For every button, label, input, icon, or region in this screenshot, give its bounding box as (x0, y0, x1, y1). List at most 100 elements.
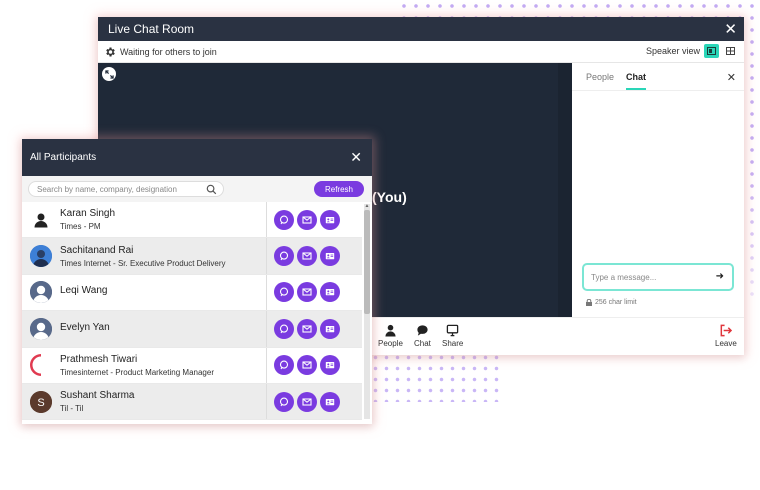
expand-icon[interactable] (102, 67, 116, 81)
view-label: Speaker view (645, 46, 700, 56)
participants-window: All Participants ✕ Search by name, compa… (22, 139, 372, 424)
email-button[interactable] (297, 282, 317, 303)
id-card-icon (325, 253, 335, 260)
chat-button[interactable] (274, 282, 294, 303)
message-placeholder: Type a message... (591, 272, 657, 282)
close-icon[interactable]: ✕ (727, 71, 736, 84)
profile-card-button[interactable] (320, 246, 340, 267)
scroll-up-icon[interactable]: ▲ (364, 204, 370, 209)
participant-name: Sushant Sharma (60, 390, 135, 402)
chat-button[interactable] (274, 246, 294, 267)
close-icon[interactable]: ✕ (350, 149, 362, 166)
list-item: Sachitanand Rai Times Internet - Sr. Exe… (22, 238, 362, 275)
tab-chat[interactable]: Chat (626, 72, 647, 90)
list-item: S Sushant Sharma Til - Til (22, 383, 362, 421)
message-input[interactable]: Type a message... ➜ (582, 263, 734, 291)
search-input[interactable]: Search by name, company, designation (28, 181, 224, 197)
participant-name: Leqi Wang (60, 285, 108, 297)
avatar (30, 281, 52, 304)
profile-card-button[interactable] (320, 209, 340, 230)
participant-actions (266, 347, 340, 383)
profile-card-button[interactable] (320, 355, 340, 376)
participant-designation: Til - Til (60, 404, 84, 414)
list-item: Prathmesh Tiwari Timesinternet - Product… (22, 347, 362, 384)
share-screen-icon (446, 324, 459, 337)
email-button[interactable] (297, 209, 317, 230)
speaker-view-button[interactable] (704, 44, 719, 58)
list-item: Karan Singh Times - PM (22, 202, 362, 239)
chat-button[interactable] (274, 355, 294, 376)
profile-card-button[interactable] (320, 318, 340, 339)
chat-button[interactable] (274, 209, 294, 230)
envelope-icon (302, 288, 312, 297)
participant-name: Karan Singh (60, 208, 116, 220)
participants-list: Karan Singh Times - PM Sachitanand Rai T… (22, 202, 362, 421)
share-button[interactable]: Share (442, 324, 463, 348)
participant-actions (266, 383, 340, 420)
room-statusbar: Waiting for others to join Speaker view (98, 41, 744, 63)
chat-button[interactable] (274, 318, 294, 339)
refresh-button[interactable]: Refresh (314, 181, 364, 197)
char-limit: 256 char limit (586, 299, 637, 306)
close-icon[interactable]: ✕ (724, 20, 737, 38)
speaker-view-icon (707, 47, 716, 55)
envelope-icon (302, 361, 312, 369)
envelope-icon (302, 398, 312, 406)
people-button[interactable]: People (378, 324, 403, 348)
person-icon (385, 324, 396, 337)
participants-title: All Participants (30, 152, 97, 163)
participant-name: Prathmesh Tiwari (60, 353, 138, 365)
participant-name: Evelyn Yan (60, 321, 110, 333)
tab-people[interactable]: People (586, 72, 614, 90)
scrollbar[interactable]: ▲ (364, 204, 370, 419)
status-text: Waiting for others to join (120, 46, 217, 57)
chat-bubble-icon (279, 397, 289, 406)
view-controls: Speaker view (646, 44, 738, 58)
participants-searchbar: Search by name, company, designation Ref… (22, 176, 372, 202)
grid-view-icon (726, 47, 735, 55)
participant-designation: Times - PM (60, 222, 101, 232)
participant-actions (266, 311, 340, 347)
id-card-icon (325, 362, 335, 369)
room-title: Live Chat Room (108, 22, 195, 36)
chat-bubble-icon (279, 251, 289, 261)
search-icon[interactable] (206, 184, 217, 195)
avatar (30, 209, 52, 231)
gear-icon[interactable] (104, 46, 116, 58)
decorative-dot-grid-small (370, 352, 500, 402)
email-button[interactable] (297, 355, 317, 376)
envelope-icon (302, 325, 312, 333)
email-button[interactable] (297, 391, 317, 412)
exit-icon (720, 324, 733, 337)
envelope-icon (302, 216, 312, 224)
participant-actions (266, 274, 340, 311)
participant-designation: Timesinternet - Product Marketing Manage… (60, 367, 214, 377)
profile-card-button[interactable] (320, 282, 340, 303)
grid-view-button[interactable] (723, 44, 738, 58)
profile-card-button[interactable] (320, 391, 340, 412)
scrollbar-thumb[interactable] (364, 210, 370, 314)
id-card-icon (325, 398, 335, 405)
chat-bubble-icon (279, 288, 289, 297)
chat-button[interactable]: Chat (414, 324, 431, 348)
chat-icon (417, 325, 428, 336)
chat-bubble-icon (279, 215, 289, 224)
id-card-icon (325, 289, 335, 296)
email-button[interactable] (297, 246, 317, 267)
you-label: (You) (372, 189, 407, 205)
participant-actions (266, 238, 340, 274)
envelope-icon (302, 252, 312, 260)
id-card-icon (325, 216, 335, 223)
lock-icon (586, 299, 592, 306)
id-card-icon (325, 325, 335, 333)
participant-actions (266, 202, 340, 238)
list-item: Leqi Wang (22, 274, 362, 312)
send-icon[interactable]: ➜ (716, 271, 724, 282)
chat-button[interactable] (274, 391, 294, 412)
avatar: S (30, 390, 52, 413)
email-button[interactable] (297, 318, 317, 339)
leave-button[interactable]: Leave (715, 324, 737, 348)
avatar (30, 245, 52, 268)
side-tabs: People Chat ✕ (572, 63, 744, 91)
avatar (30, 354, 52, 377)
